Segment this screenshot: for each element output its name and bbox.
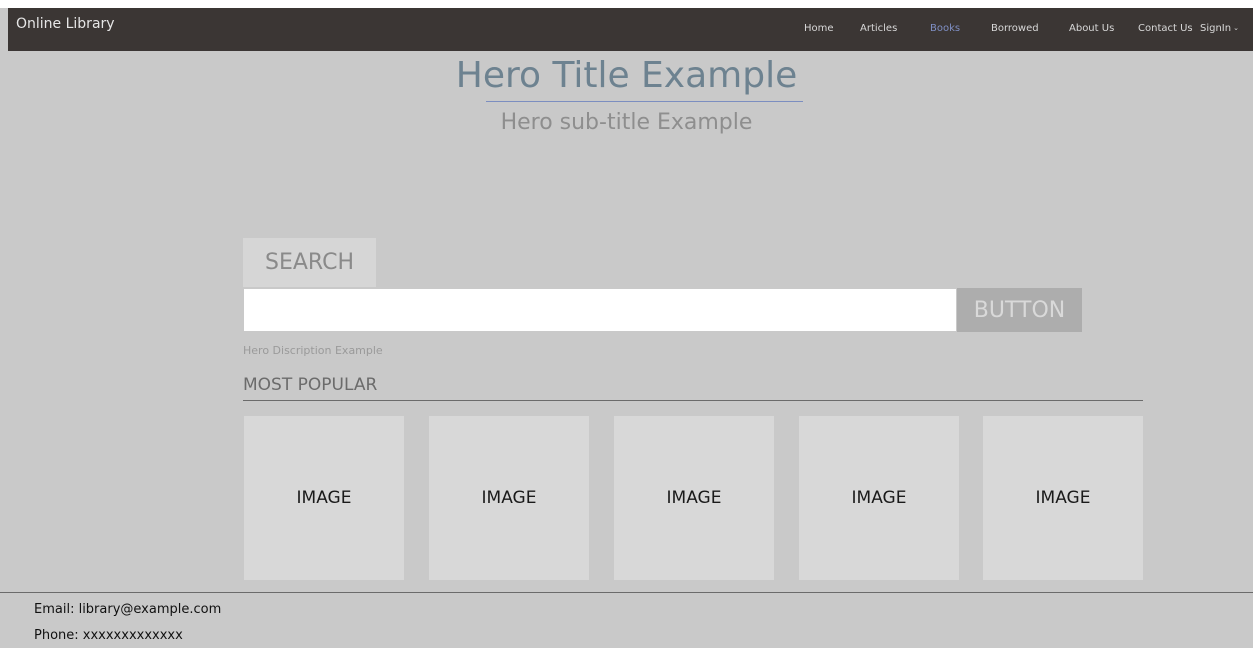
hero-description: Hero Discription Example: [243, 344, 383, 357]
popular-card-5[interactable]: IMAGE: [983, 416, 1143, 580]
footer-phone: Phone: xxxxxxxxxxxxx: [34, 628, 183, 643]
nav-home[interactable]: Home: [804, 23, 834, 34]
nav-books[interactable]: Books: [930, 23, 960, 34]
navbar: Online Library Home Articles Books Borro…: [8, 8, 1253, 51]
nav-signin-label: SignIn: [1200, 23, 1232, 34]
nav-articles[interactable]: Articles: [860, 23, 897, 34]
popular-card-2[interactable]: IMAGE: [429, 416, 589, 580]
popular-card-4[interactable]: IMAGE: [799, 416, 959, 580]
search-label: SEARCH: [243, 238, 376, 287]
page: Online Library Home Articles Books Borro…: [0, 8, 1253, 648]
popular-card-3[interactable]: IMAGE: [614, 416, 774, 580]
search-input[interactable]: [243, 288, 957, 332]
most-popular-heading: MOST POPULAR: [243, 375, 378, 395]
nav-borrowed[interactable]: Borrowed: [991, 23, 1039, 34]
footer-email: Email: library@example.com: [34, 602, 222, 617]
nav-about-us[interactable]: About Us: [1069, 23, 1114, 34]
footer: Email: library@example.com Phone: xxxxxx…: [0, 592, 1253, 649]
nav-contact-us[interactable]: Contact Us: [1138, 23, 1193, 34]
chevron-down-icon: ⌄: [1233, 24, 1239, 32]
brand-logo[interactable]: Online Library: [16, 16, 115, 32]
nav-signin-dropdown[interactable]: SignIn ⌄: [1200, 23, 1239, 34]
popular-card-1[interactable]: IMAGE: [244, 416, 404, 580]
hero-title: Hero Title Example: [455, 55, 798, 96]
most-popular-divider: [243, 400, 1143, 401]
search-button[interactable]: BUTTON: [957, 288, 1082, 332]
hero-subtitle: Hero sub-title Example: [500, 110, 753, 135]
hero-title-underline: [486, 101, 803, 102]
